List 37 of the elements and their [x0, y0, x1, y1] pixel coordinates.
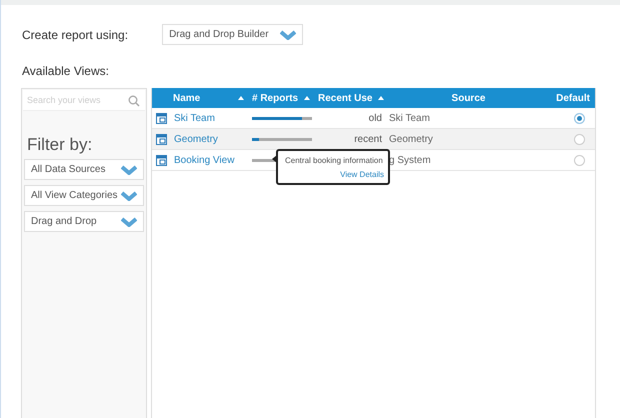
- reports-bar: [252, 116, 312, 120]
- filter-title: Filter by:: [27, 135, 94, 155]
- filter-dropdown[interactable]: All Data Sources: [24, 159, 144, 180]
- table-cell: Ski Team: [389, 112, 430, 124]
- sort-up-icon: [378, 96, 384, 100]
- view-details-link[interactable]: View Details: [340, 170, 384, 179]
- filter-dropdown[interactable]: All View Categories: [24, 185, 144, 206]
- chevron-down-icon: [121, 216, 137, 226]
- view-icon: [156, 154, 167, 166]
- column-header[interactable]: Name: [152, 88, 246, 108]
- report-builder-dropdown[interactable]: Drag and Drop Builder: [162, 24, 304, 45]
- reports-bar: [252, 138, 312, 140]
- create-report-label: Create report using:: [22, 28, 128, 42]
- default-radio[interactable]: [574, 134, 585, 144]
- view-name-link[interactable]: Ski Team: [174, 112, 215, 124]
- view-icon: [156, 134, 167, 144]
- column-header[interactable]: Source: [386, 88, 551, 108]
- search-icon: [128, 95, 140, 107]
- sort-up-icon: [304, 96, 310, 100]
- sort-up-icon: [238, 96, 244, 100]
- available-views-label: Available Views:: [22, 64, 110, 78]
- view-icon: [156, 112, 167, 124]
- chevron-down-icon: [121, 190, 137, 200]
- table-cell: recent: [354, 134, 382, 144]
- default-radio[interactable]: [574, 154, 585, 166]
- column-header[interactable]: # Reports: [246, 88, 313, 108]
- column-header[interactable]: Default: [551, 88, 595, 108]
- view-name-link[interactable]: Booking View: [174, 154, 234, 166]
- chevron-down-icon: [280, 30, 296, 40]
- table-cell: Geometry: [389, 134, 433, 144]
- column-header[interactable]: Recent Use: [313, 88, 386, 108]
- default-radio[interactable]: [574, 112, 585, 124]
- view-name-link[interactable]: Geometry: [174, 134, 218, 144]
- table-cell: old: [368, 112, 382, 124]
- tooltip-text: Central booking information: [285, 156, 384, 165]
- filter-dropdown[interactable]: Drag and Drop: [24, 211, 144, 232]
- chevron-down-icon: [121, 164, 137, 174]
